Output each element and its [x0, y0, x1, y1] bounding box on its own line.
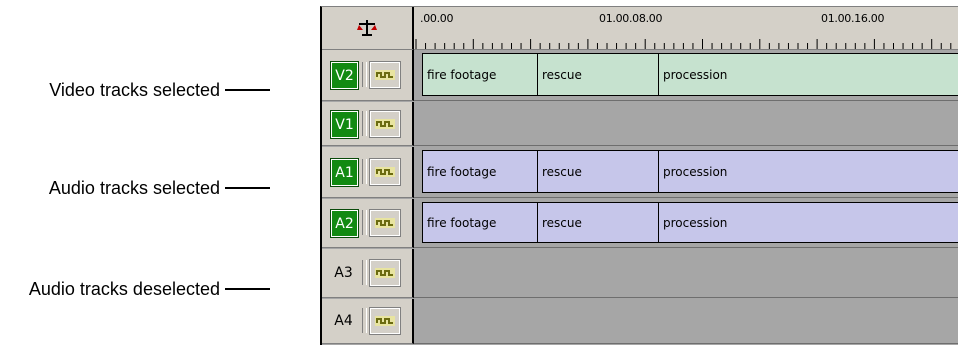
callout-text: Video tracks selected: [49, 79, 220, 100]
ruler-ticks: [415, 39, 952, 49]
track-select-button-v1[interactable]: V1: [330, 110, 359, 139]
track-select-button-v2[interactable]: V2: [330, 61, 359, 90]
track-header-a3: A3: [322, 249, 414, 298]
clip[interactable]: procession: [658, 53, 958, 96]
clip[interactable]: fire footage: [422, 202, 538, 243]
callout-audio-selected: Audio tracks selected: [48, 177, 270, 198]
track-header-a1: A1: [322, 147, 414, 198]
timeline-panel: .00.00 01.00.08.00 01.00.16.00 V2 fire fo…: [320, 6, 958, 345]
track-divider: [362, 159, 367, 184]
callout-line: [225, 89, 270, 91]
ruler-timecode: 01.00.16.00: [821, 12, 885, 25]
track-header-a4: A4: [322, 299, 414, 344]
monitor-speaker-icon[interactable]: [369, 209, 401, 237]
track-divider: [362, 111, 367, 136]
track-lane-v2[interactable]: fire footage rescue procession: [414, 50, 958, 101]
callout-line: [225, 288, 270, 290]
track-lane-a2[interactable]: fire footage rescue procession: [414, 199, 958, 248]
track-divider: [362, 62, 367, 87]
track-select-button-a1[interactable]: A1: [330, 158, 359, 187]
ruler-header[interactable]: [322, 7, 414, 50]
clip[interactable]: rescue: [537, 202, 659, 243]
ruler-timecode: 01.00.08.00: [599, 12, 663, 25]
monitor-speaker-icon[interactable]: [369, 61, 401, 89]
clip[interactable]: rescue: [537, 53, 659, 96]
track-divider: [362, 308, 367, 333]
clip[interactable]: fire footage: [422, 150, 538, 193]
track-header-a2: A2: [322, 199, 414, 248]
track-header-v1: V1: [322, 102, 414, 146]
track-lane-a3[interactable]: [414, 249, 958, 298]
callout-text: Audio tracks selected: [48, 177, 220, 198]
clip[interactable]: procession: [658, 202, 958, 243]
callout-video-selected: Video tracks selected: [49, 79, 270, 100]
track-divider: [362, 260, 367, 285]
monitor-speaker-icon[interactable]: [369, 307, 401, 335]
clip[interactable]: rescue: [537, 150, 659, 193]
clip[interactable]: procession: [658, 150, 958, 193]
callout-audio-deselected: Audio tracks deselected: [28, 278, 270, 299]
callout-text: Audio tracks deselected: [28, 278, 220, 299]
clip[interactable]: fire footage: [422, 53, 538, 96]
track-select-button-a2[interactable]: A2: [330, 209, 359, 238]
ruler-timecode: .00.00: [420, 12, 454, 25]
monitor-speaker-icon[interactable]: [369, 259, 401, 287]
track-header-v2: V2: [322, 50, 414, 101]
track-lane-a4[interactable]: [414, 299, 958, 344]
timecode-ruler[interactable]: .00.00 01.00.08.00 01.00.16.00: [414, 7, 958, 50]
track-lane-a1[interactable]: fire footage rescue procession: [414, 147, 958, 198]
scales-icon[interactable]: [357, 19, 377, 37]
monitor-speaker-icon[interactable]: [369, 110, 401, 138]
track-select-button-a4[interactable]: A4: [331, 308, 356, 333]
track-lane-v1[interactable]: [414, 102, 958, 146]
callout-line: [225, 187, 270, 189]
track-divider: [362, 210, 367, 235]
monitor-speaker-icon[interactable]: [369, 158, 401, 186]
track-select-button-a3[interactable]: A3: [331, 260, 356, 285]
